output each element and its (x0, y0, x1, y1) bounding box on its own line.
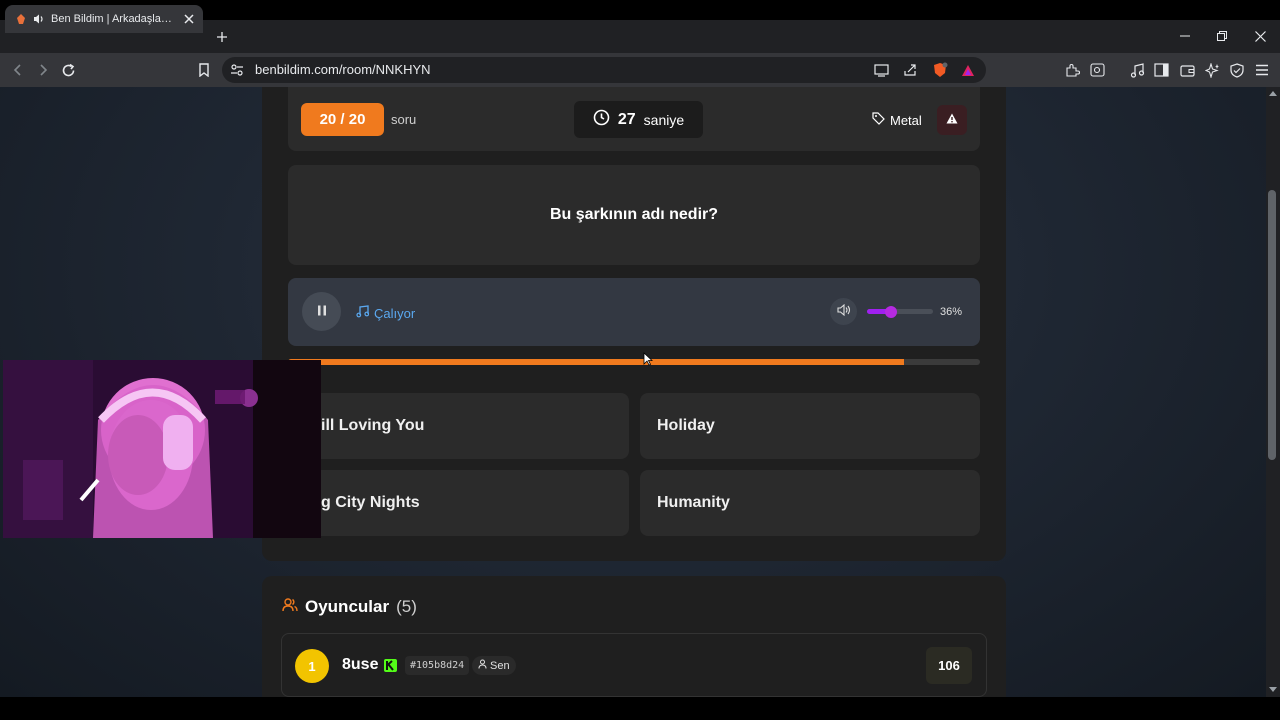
player-rank: 1 (295, 649, 329, 683)
time-progress-fill (288, 359, 904, 365)
timer-value: 27 (617, 110, 636, 128)
playback-status-label: Çalıyor (374, 305, 416, 321)
answer-option-1[interactable]: Still Loving You (288, 393, 629, 459)
bookmark-icon[interactable] (195, 61, 213, 79)
reload-icon[interactable] (59, 61, 77, 79)
tab-close-icon[interactable] (181, 11, 197, 27)
users-icon (282, 597, 298, 617)
question-counter: 20 / 20 (301, 103, 384, 136)
site-favicon-icon (15, 13, 27, 25)
kick-platform-icon (384, 659, 397, 672)
new-tab-icon[interactable] (213, 28, 231, 46)
tab-title: Ben Bildim | Arkadaşlarınla Oyna (51, 13, 175, 25)
warning-icon (946, 111, 958, 129)
report-button[interactable] (937, 105, 967, 135)
media-controls-icon[interactable] (1128, 61, 1146, 79)
mouse-cursor (643, 352, 654, 366)
players-count: (5) (396, 597, 417, 616)
back-icon[interactable] (9, 61, 27, 79)
timer: 27 saniye (574, 101, 703, 138)
tab-search-icon[interactable] (1088, 61, 1106, 79)
scroll-down-icon[interactable] (1266, 685, 1280, 695)
pause-button[interactable] (302, 292, 341, 331)
webcam-overlay (3, 360, 321, 538)
restore-icon[interactable] (1212, 26, 1232, 46)
menu-icon[interactable] (1253, 61, 1271, 79)
brave-rewards-icon[interactable] (959, 61, 977, 79)
genre-tag: Metal (872, 112, 922, 128)
wallet-icon[interactable] (1178, 61, 1196, 79)
forward-icon[interactable] (34, 61, 52, 79)
pause-icon (317, 303, 327, 321)
url-text[interactable]: benbildim.com/room/NNKHYN (255, 62, 431, 77)
genre-label: Metal (890, 112, 922, 128)
players-title: Oyuncular (305, 597, 390, 616)
self-badge-label: Sen (490, 659, 510, 672)
self-badge: Sen (472, 656, 516, 675)
audio-playing-icon[interactable] (33, 13, 45, 25)
site-settings-icon[interactable] (228, 61, 246, 79)
tag-icon (872, 112, 885, 128)
volume-slider-handle[interactable] (884, 306, 897, 318)
scroll-up-icon[interactable] (1266, 88, 1280, 98)
player-id: #105b8d24 (405, 656, 470, 675)
vpn-shield-icon[interactable] (1228, 61, 1246, 79)
brave-shields-icon[interactable] (931, 61, 949, 79)
player-score: 106 (926, 647, 972, 684)
timer-unit: saniye (643, 111, 685, 128)
answer-option-3[interactable]: Big City Nights (288, 470, 629, 536)
extensions-icon[interactable] (1063, 61, 1081, 79)
volume-slider[interactable] (867, 309, 933, 314)
players-header: Oyuncular (5) (282, 597, 417, 617)
answer-option-2[interactable]: Holiday (640, 393, 980, 459)
speaker-icon (836, 303, 851, 321)
volume-percent: 36% (940, 306, 963, 318)
share-icon[interactable] (901, 61, 919, 79)
volume-button[interactable] (830, 298, 857, 325)
cast-icon[interactable] (872, 61, 890, 79)
music-note-icon (356, 305, 370, 321)
user-icon (478, 659, 487, 672)
player-name: 8use (342, 656, 379, 673)
minimize-icon[interactable] (1175, 26, 1195, 46)
bottom-black-bar (0, 697, 1280, 720)
question-counter-label: soru (391, 112, 417, 127)
clock-icon (593, 109, 610, 131)
sidebar-icon[interactable] (1152, 61, 1170, 79)
leo-ai-icon[interactable] (1203, 61, 1221, 79)
scrollbar-thumb[interactable] (1268, 190, 1276, 460)
time-progress-bar (288, 359, 980, 365)
playback-status: Çalıyor (356, 305, 415, 321)
window-close-icon[interactable] (1250, 26, 1270, 46)
browser-tab[interactable]: Ben Bildim | Arkadaşlarınla Oyna (5, 5, 203, 33)
answer-option-4[interactable]: Humanity (640, 470, 980, 536)
question-text: Bu şarkının adı nedir? (288, 165, 980, 265)
